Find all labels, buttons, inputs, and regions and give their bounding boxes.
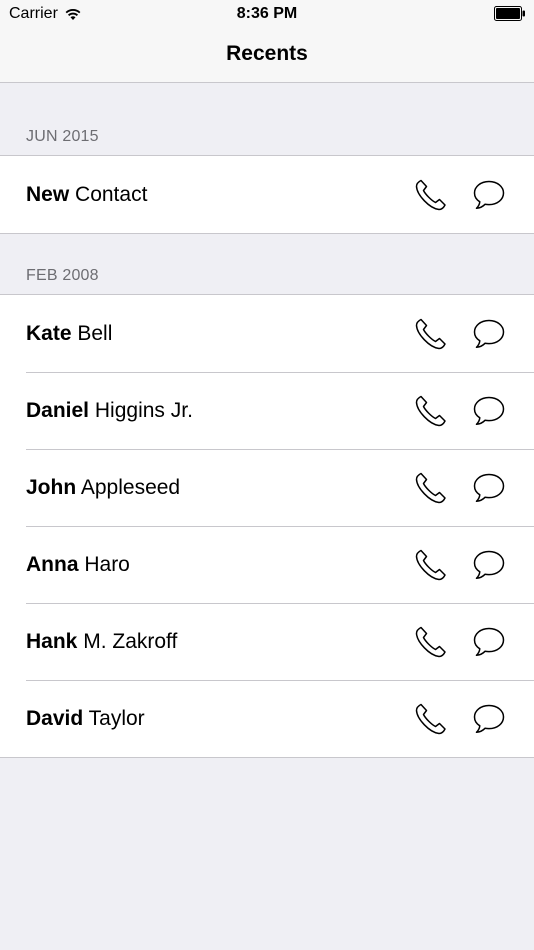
contact-row[interactable]: Hank M. Zakroff <box>0 603 534 680</box>
message-bubble-icon <box>473 473 505 502</box>
contact-name: David Taylor <box>26 705 145 733</box>
message-button[interactable] <box>470 392 508 430</box>
contact-actions <box>412 680 508 757</box>
message-bubble-icon <box>473 319 505 348</box>
contact-actions <box>412 295 508 372</box>
message-bubble-icon <box>473 704 505 733</box>
call-button[interactable] <box>412 176 450 214</box>
phone-icon <box>415 318 446 349</box>
status-time: 8:36 PM <box>236 5 298 22</box>
navigation-bar: Carrier 8:36 PM Recents <box>0 0 534 83</box>
contact-last-name: Bell <box>77 321 113 345</box>
section-feb-2008: FEB 2008 Kate Bell Daniel Higgins Jr. Jo… <box>0 222 534 758</box>
call-button[interactable] <box>412 469 450 507</box>
contact-row[interactable]: Anna Haro <box>0 526 534 603</box>
contact-row[interactable]: David Taylor <box>0 680 534 757</box>
contact-row[interactable]: Kate Bell <box>0 295 534 372</box>
message-bubble-icon <box>473 550 505 579</box>
message-button[interactable] <box>470 315 508 353</box>
section-header: JUN 2015 <box>0 83 534 155</box>
phone-icon <box>415 179 446 210</box>
contact-name: Kate Bell <box>26 320 112 348</box>
contact-name: Daniel Higgins Jr. <box>26 397 193 425</box>
contact-list: Kate Bell Daniel Higgins Jr. John Apples… <box>0 294 534 758</box>
contact-actions <box>412 449 508 526</box>
contact-last-name: Taylor <box>88 706 145 730</box>
section-header-label: FEB 2008 <box>26 267 99 284</box>
contact-name: John Appleseed <box>26 474 180 502</box>
contact-name: New Contact <box>26 181 147 209</box>
status-bar: Carrier 8:36 PM <box>0 0 534 28</box>
message-button[interactable] <box>470 469 508 507</box>
contact-first-name: Daniel <box>26 398 90 422</box>
contact-last-name: Contact <box>75 182 148 206</box>
contact-last-name: Appleseed <box>80 475 181 499</box>
phone-icon <box>415 703 446 734</box>
contact-row[interactable]: John Appleseed <box>0 449 534 526</box>
contact-name: Anna Haro <box>26 551 130 579</box>
call-button[interactable] <box>412 700 450 738</box>
contact-first-name: David <box>26 706 84 730</box>
contact-first-name: John <box>26 475 77 499</box>
message-button[interactable] <box>470 176 508 214</box>
contact-first-name: Kate <box>26 321 72 345</box>
section-jun-2015: JUN 2015 New Contact <box>0 83 534 234</box>
call-button[interactable] <box>412 546 450 584</box>
contact-name: Hank M. Zakroff <box>26 628 177 656</box>
contact-actions <box>412 526 508 603</box>
message-button[interactable] <box>470 700 508 738</box>
call-button[interactable] <box>412 623 450 661</box>
battery-icon <box>494 6 525 21</box>
contact-actions <box>412 603 508 680</box>
contact-first-name: New <box>26 182 70 206</box>
contact-last-name: M. Zakroff <box>83 629 178 653</box>
call-button[interactable] <box>412 315 450 353</box>
message-button[interactable] <box>470 546 508 584</box>
phone-icon <box>415 395 446 426</box>
message-bubble-icon <box>473 627 505 656</box>
phone-icon <box>415 549 446 580</box>
message-button[interactable] <box>470 623 508 661</box>
section-header: FEB 2008 <box>0 222 534 294</box>
phone-icon <box>415 626 446 657</box>
message-bubble-icon <box>473 396 505 425</box>
contact-first-name: Hank <box>26 629 78 653</box>
contact-last-name: Haro <box>84 552 130 576</box>
contact-row[interactable]: Daniel Higgins Jr. <box>0 372 534 449</box>
phone-icon <box>415 472 446 503</box>
message-bubble-icon <box>473 180 505 209</box>
call-button[interactable] <box>412 392 450 430</box>
section-header-label: JUN 2015 <box>26 128 99 145</box>
contact-first-name: Anna <box>26 552 79 576</box>
page-title: Recents <box>226 42 308 65</box>
contact-actions <box>412 372 508 449</box>
contact-last-name: Higgins Jr. <box>94 398 193 422</box>
